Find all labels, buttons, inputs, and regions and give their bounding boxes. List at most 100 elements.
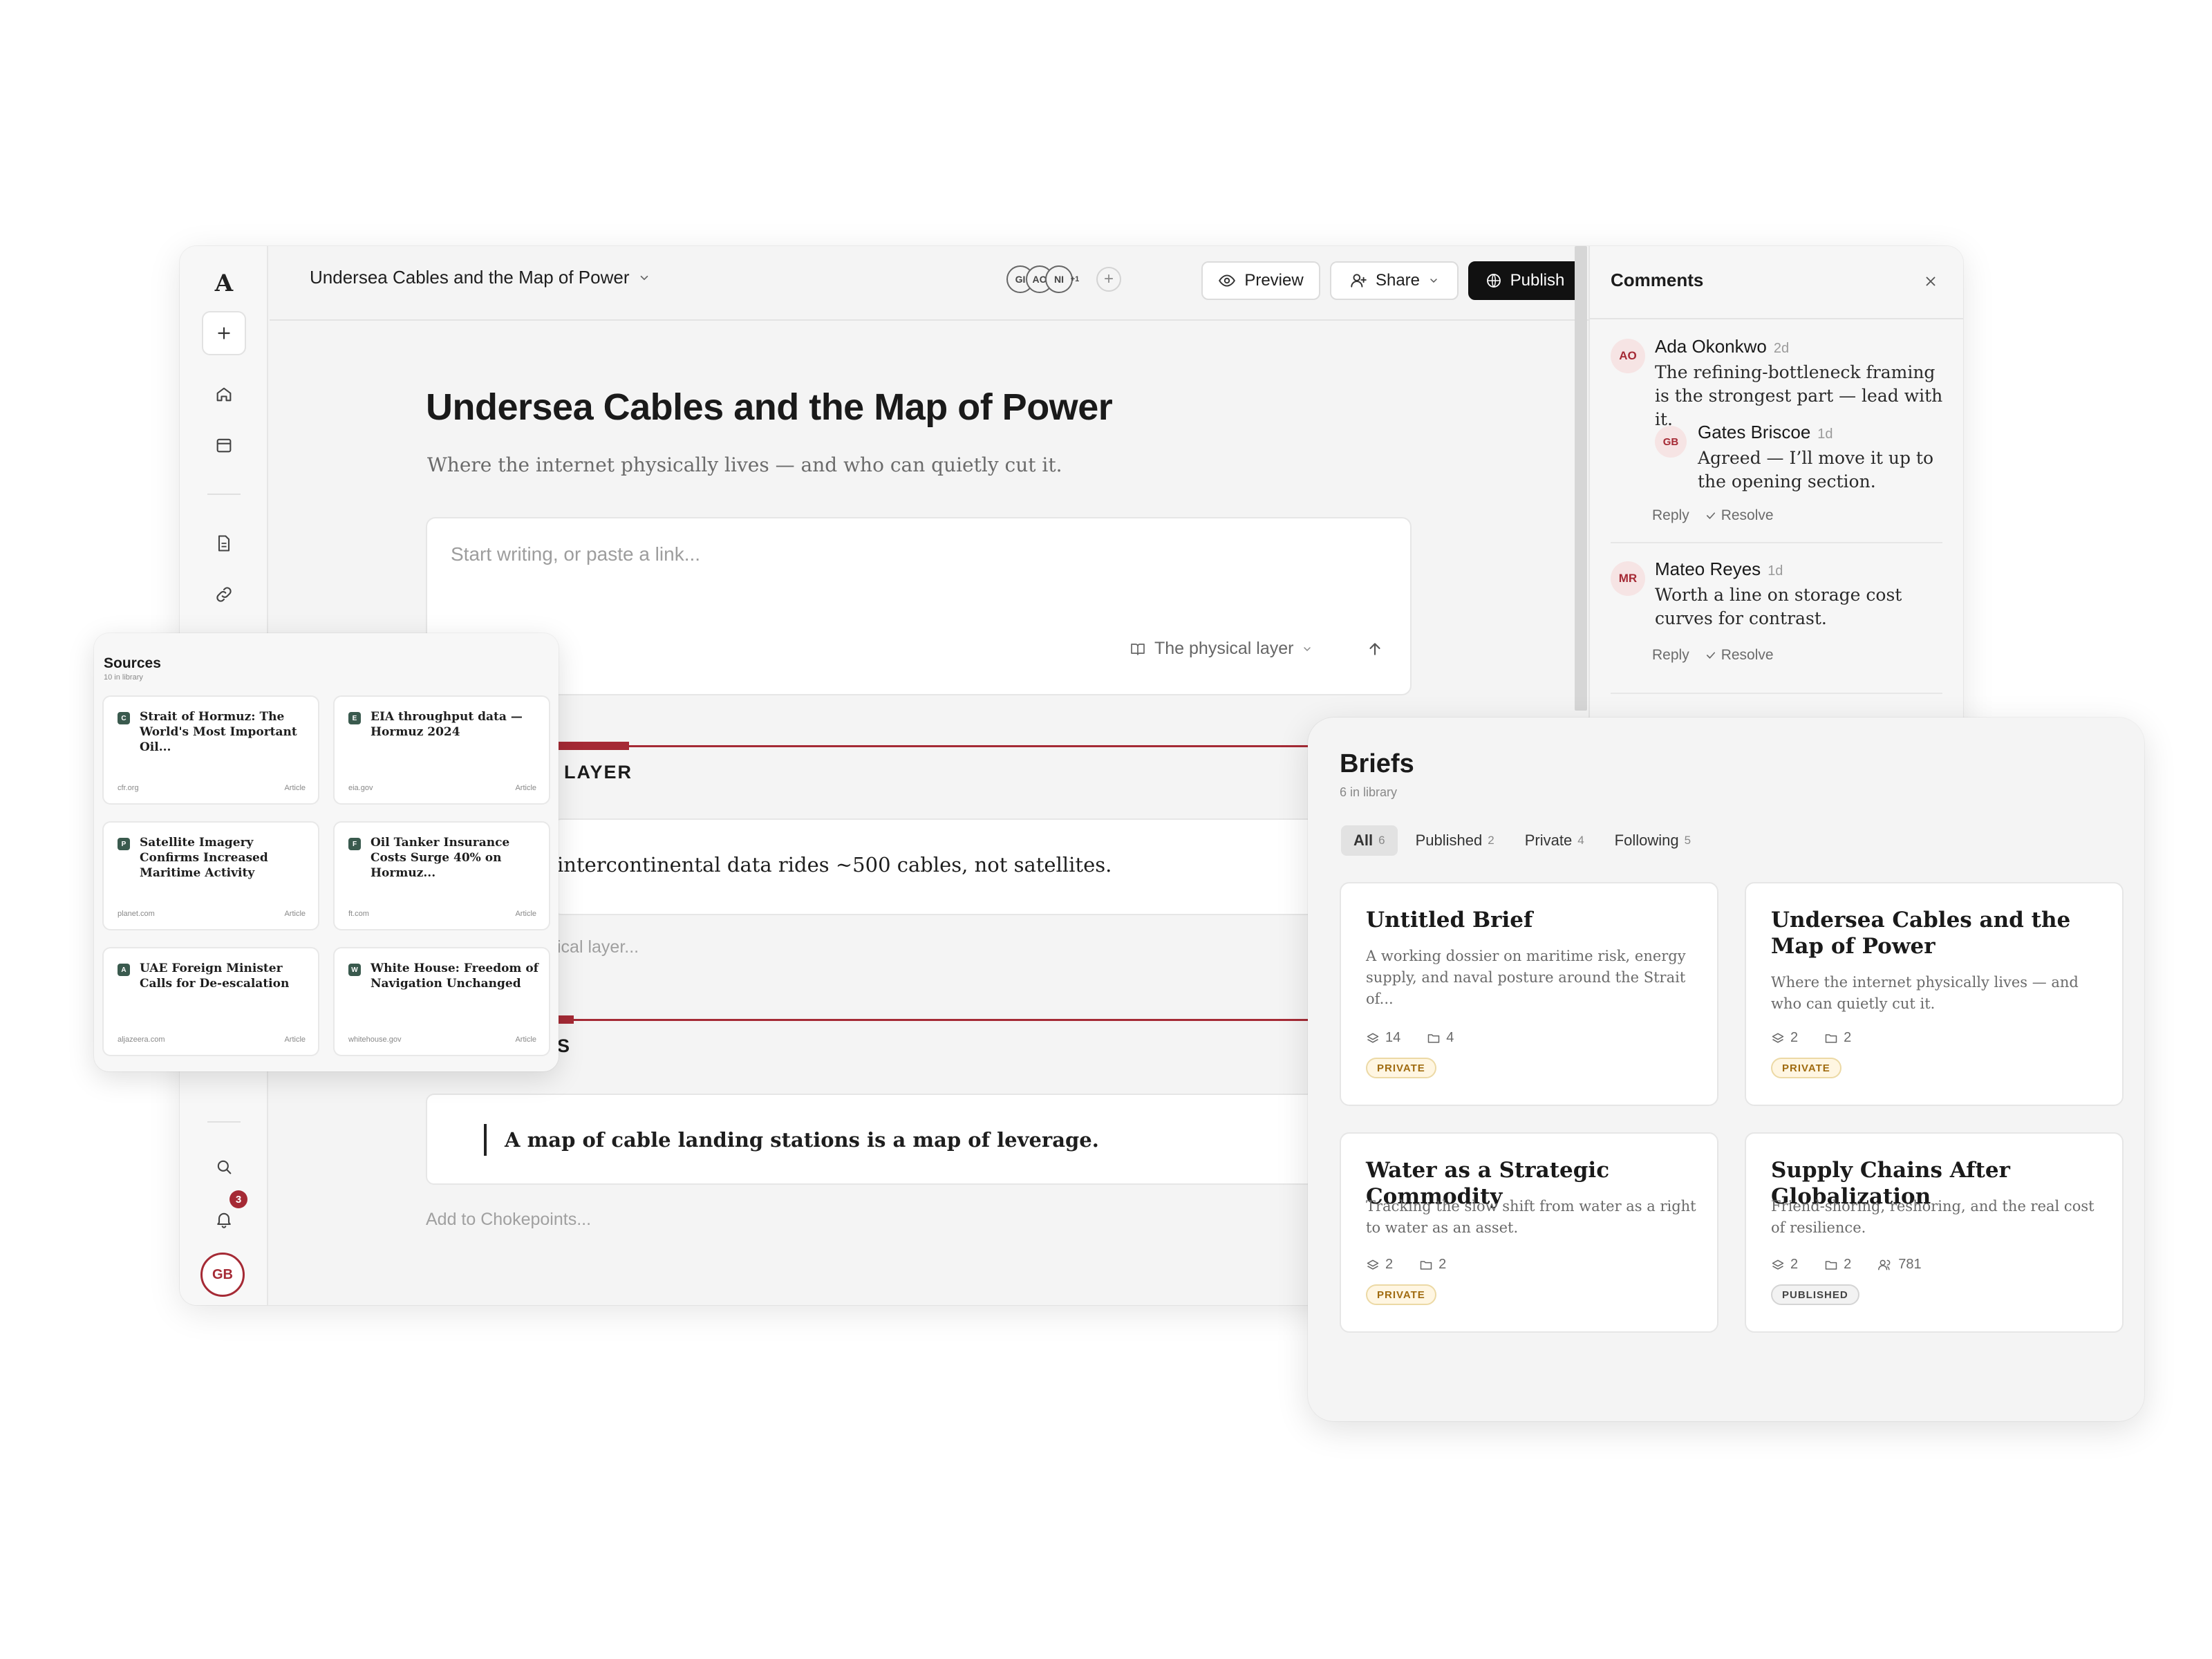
tab-private[interactable]: Private 4 bbox=[1512, 825, 1597, 856]
source-card[interactable]: C Strait of Hormuz: The World's Most Imp… bbox=[102, 695, 319, 805]
source-favicon: A bbox=[118, 964, 130, 976]
bell-icon bbox=[217, 1212, 231, 1228]
brief-card[interactable]: Undersea Cables and the Map of Power Whe… bbox=[1745, 882, 2124, 1106]
sources-count: 10 in library bbox=[104, 673, 143, 682]
layers-icon bbox=[1367, 1259, 1379, 1270]
page-subtitle[interactable]: Where the internet physically lives — an… bbox=[427, 453, 1062, 476]
composer[interactable]: Start writing, or paste a link... The ph… bbox=[426, 517, 1412, 695]
links-button[interactable] bbox=[202, 572, 246, 617]
home-icon bbox=[216, 387, 232, 402]
source-card[interactable]: E EIA throughput data — Hormuz 2024 eia.… bbox=[333, 695, 550, 805]
reply-button[interactable]: Reply bbox=[1652, 647, 1689, 664]
layers-count: 2 bbox=[1790, 1257, 1799, 1272]
preview-button[interactable]: Preview bbox=[1201, 261, 1320, 300]
tab-all[interactable]: All 6 bbox=[1341, 825, 1398, 856]
section-title[interactable]: LAYER bbox=[564, 762, 632, 783]
tab-following[interactable]: Following 5 bbox=[1602, 825, 1703, 856]
source-type: Article bbox=[284, 910, 306, 918]
author-name: Mateo Reyes bbox=[1655, 559, 1761, 579]
link-icon bbox=[216, 587, 232, 602]
app-logo[interactable]: A bbox=[180, 270, 268, 297]
comment-divider bbox=[1611, 693, 1942, 694]
tab-count: 2 bbox=[1488, 834, 1494, 847]
source-card[interactable]: W White House: Freedom of Navigation Unc… bbox=[333, 947, 550, 1056]
add-collaborator-button[interactable]: + bbox=[1096, 267, 1121, 292]
search-button[interactable] bbox=[202, 1145, 246, 1189]
folders-count: 2 bbox=[1438, 1257, 1447, 1272]
share-button[interactable]: Share bbox=[1330, 261, 1459, 300]
home-button[interactable] bbox=[202, 372, 246, 416]
close-comments-button[interactable] bbox=[1923, 274, 1938, 289]
close-icon bbox=[1926, 276, 1936, 286]
sources-panel: Sources 10 in library C Strait of Hormuz… bbox=[94, 633, 559, 1071]
section-title[interactable]: S bbox=[557, 1035, 571, 1057]
resolve-label: Resolve bbox=[1721, 647, 1774, 663]
source-type: Article bbox=[515, 1035, 536, 1044]
notifications-button[interactable]: 3 bbox=[202, 1190, 247, 1241]
tab-published[interactable]: Published 2 bbox=[1403, 825, 1507, 856]
brief-meta: 2 2 bbox=[1771, 1030, 1851, 1046]
calendar-button[interactable] bbox=[202, 423, 246, 467]
new-button[interactable] bbox=[202, 311, 246, 355]
brief-description: Tracking the slow shift from water as a … bbox=[1366, 1198, 1696, 1236]
page-title[interactable]: Undersea Cables and the Map of Power bbox=[426, 386, 1113, 429]
status-badge: PRIVATE bbox=[1366, 1284, 1436, 1305]
avatar: MR bbox=[1611, 561, 1645, 596]
content-text[interactable]: intercontinental data rides ~500 cables,… bbox=[557, 853, 1112, 877]
layers-icon bbox=[1367, 1033, 1379, 1043]
collaborators[interactable]: GI AO NI +1 + bbox=[1006, 265, 1121, 293]
top-bar: Undersea Cables and the Map of Power GI … bbox=[270, 246, 1756, 321]
brief-card[interactable]: Untitled Brief A working dossier on mari… bbox=[1340, 882, 1718, 1106]
source-type: Article bbox=[515, 784, 536, 792]
collaborators-more: +1 bbox=[1070, 275, 1080, 283]
composer-placeholder[interactable]: Start writing, or paste a link... bbox=[451, 543, 700, 565]
calendar-icon bbox=[216, 438, 232, 453]
status-badge: PUBLISHED bbox=[1771, 1284, 1859, 1305]
brief-description: Where the internet physically lives — an… bbox=[1771, 974, 2079, 1012]
section-rule-marker bbox=[553, 742, 629, 750]
user-avatar[interactable]: GB bbox=[200, 1253, 245, 1297]
brief-card[interactable]: Supply Chains After Globalization Friend… bbox=[1745, 1132, 2124, 1333]
documents-button[interactable] bbox=[202, 521, 246, 565]
submit-button[interactable] bbox=[1366, 640, 1384, 658]
layers-count: 2 bbox=[1790, 1030, 1799, 1045]
comment-time: 1d bbox=[1817, 427, 1833, 442]
comment-time: 1d bbox=[1768, 563, 1783, 579]
source-card[interactable]: F Oil Tanker Insurance Costs Surge 40% o… bbox=[333, 821, 550, 930]
notification-badge: 3 bbox=[229, 1190, 247, 1208]
resolve-button[interactable]: Resolve bbox=[1705, 507, 1774, 524]
status-badge: PRIVATE bbox=[1771, 1058, 1841, 1078]
chevron-down-icon bbox=[1304, 646, 1311, 651]
add-to-section[interactable]: ical layer... bbox=[557, 937, 639, 957]
briefs-title: Briefs bbox=[1340, 749, 1414, 778]
add-to-section[interactable]: Add to Chokepoints... bbox=[426, 1210, 591, 1230]
brief-card[interactable]: Water as a Strategic Commodity Tracking … bbox=[1340, 1132, 1718, 1333]
comment-divider bbox=[1611, 542, 1942, 543]
quote-text[interactable]: A map of cable landing stations is a map… bbox=[505, 1128, 1099, 1152]
chevron-down-icon bbox=[1430, 279, 1437, 283]
document-icon bbox=[218, 535, 230, 552]
source-type: Article bbox=[284, 784, 306, 792]
source-card[interactable]: P Satellite Imagery Confirms Increased M… bbox=[102, 821, 319, 930]
resolve-button[interactable]: Resolve bbox=[1705, 647, 1774, 664]
brief-description: Friend-shoring, reshoring, and the real … bbox=[1771, 1198, 2094, 1236]
layers-count: 14 bbox=[1385, 1030, 1401, 1045]
folders-count: 4 bbox=[1446, 1030, 1454, 1045]
editor-scrollbar[interactable] bbox=[1575, 246, 1587, 711]
document-title-menu[interactable]: Undersea Cables and the Map of Power bbox=[310, 267, 650, 288]
folders-count: 2 bbox=[1844, 1257, 1852, 1272]
search-icon bbox=[217, 1160, 232, 1174]
layers-icon bbox=[1772, 1033, 1784, 1043]
section-selector[interactable]: The physical layer bbox=[1130, 639, 1313, 659]
user-plus-icon bbox=[1351, 274, 1367, 288]
reply-button[interactable]: Reply bbox=[1652, 507, 1689, 524]
resolve-label: Resolve bbox=[1721, 507, 1774, 523]
briefs-panel: Briefs 6 in library All 6 Published 2 Priv… bbox=[1308, 718, 2144, 1421]
tab-count: 4 bbox=[1577, 834, 1584, 847]
source-card[interactable]: A UAE Foreign Minister Calls for De-esca… bbox=[102, 947, 319, 1056]
folder-icon bbox=[1428, 1033, 1440, 1043]
followers-count: 781 bbox=[1898, 1257, 1922, 1272]
source-type: Article bbox=[515, 910, 536, 918]
globe-icon bbox=[1486, 274, 1501, 288]
publish-button[interactable]: Publish bbox=[1468, 261, 1582, 300]
